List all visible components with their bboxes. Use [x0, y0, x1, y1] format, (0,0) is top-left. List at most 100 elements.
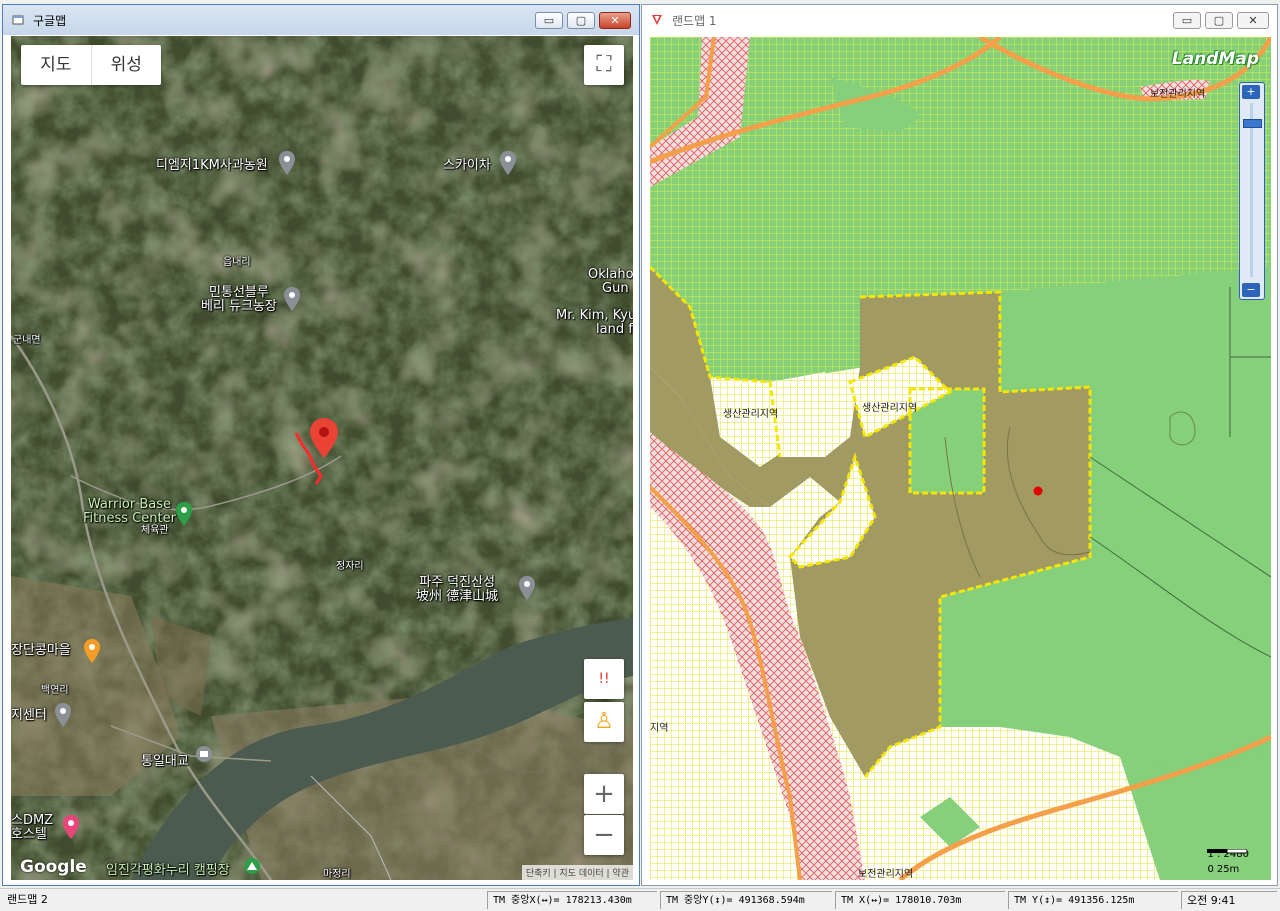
satellite-map[interactable]: 디엠지1KM사과농원 스카이차 읍내리 민통선블루 베리 듀크농장 Oklaho…: [11, 36, 633, 880]
status-clock: 오전 9:41: [1181, 891, 1277, 909]
map-type-map-button[interactable]: 지도: [21, 45, 91, 85]
maximize-icon: ▢: [575, 14, 587, 27]
poi-oklahoma-line-1: Oklaho: [588, 267, 633, 282]
maximize-button[interactable]: ▢: [567, 12, 595, 29]
window-title: 구글맵: [33, 14, 67, 28]
zoom-in-icon: +: [593, 779, 615, 809]
scale-bar-icon: [1207, 849, 1248, 854]
zoom-slider[interactable]: + −: [1239, 82, 1265, 300]
street-view-pegman-button[interactable]: ♙: [584, 702, 624, 742]
restaurant-pin-icon[interactable]: [84, 639, 100, 663]
zoom-out-button[interactable]: −: [584, 815, 624, 855]
place-eupnae: 읍내리: [223, 257, 251, 268]
status-bar: 랜드맵 2 TM 중앙X(↔)= 178213.430m TM 중앙Y(↕)= …: [0, 888, 1280, 911]
poi-warrior-line-1: Warrior Base: [87, 497, 172, 512]
poi-imjingak-camping[interactable]: 임진각평화누리 캠핑장: [106, 864, 230, 878]
poi-dmz-line-1: 스DMZ: [11, 813, 54, 828]
location-pin-icon[interactable]: [279, 151, 295, 175]
landmap-titlebar[interactable]: 랜드맵 1 ▭ ▢ ✕: [642, 5, 1277, 35]
landmap-window: 랜드맵 1 ▭ ▢ ✕ 보전관리지역 생산관리지역 생산관리지역 지역 보전관리…: [641, 4, 1278, 886]
building-pin-icon[interactable]: [55, 703, 71, 727]
zone-label-saengsan-1: 생산관리지역: [723, 409, 779, 420]
poi-oklahoma-line-2: Gun: [602, 281, 629, 296]
poi-berry-farm[interactable]: 민통선블루 베리 듀크농장: [201, 286, 277, 314]
poi-mrkim[interactable]: Mr. Kim, Kyu land fo: [556, 309, 633, 337]
status-tm-center-y: TM 중앙Y(↕)= 491368.594m: [660, 891, 832, 909]
zone-label-bojeon-bottom: 보전관리지역: [858, 869, 914, 880]
satellite-imagery: [11, 36, 633, 880]
poi-warrior-base[interactable]: Warrior Base Fitness Center: [83, 498, 176, 526]
close-button[interactable]: ✕: [599, 12, 631, 29]
landmap-zoning-map[interactable]: 보전관리지역 생산관리지역 생산관리지역 지역 보전관리지역 LandMap +…: [650, 37, 1271, 880]
map-type-control: 지도 위성: [21, 45, 161, 85]
poi-mrkim-line-1: Mr. Kim, Kyu: [556, 308, 633, 323]
google-map-titlebar[interactable]: 구글맵 ▭ ▢ ✕: [3, 5, 639, 35]
poi-orchard[interactable]: 디엠지1KM사과농원: [156, 159, 268, 173]
zoom-in-button[interactable]: +: [1242, 85, 1260, 99]
zoom-out-button[interactable]: −: [1242, 283, 1260, 297]
alert-icon: !!: [598, 671, 610, 687]
poi-tongil-bridge[interactable]: 통일대교: [141, 755, 189, 769]
minimize-button[interactable]: ▭: [535, 12, 563, 29]
poi-skycha[interactable]: 스카이차: [443, 159, 491, 173]
fitness-pin-icon[interactable]: [176, 502, 192, 526]
minimize-button[interactable]: ▭: [1173, 12, 1201, 29]
poi-fortress-line-2: 坡州 德津山城: [416, 589, 499, 604]
place-gunnaemyeon: 군내면: [13, 335, 41, 346]
app-icon: [12, 15, 24, 25]
map-type-satellite-button[interactable]: 위성: [90, 45, 162, 85]
alert-button[interactable]: !!: [584, 659, 624, 699]
selected-parcel-dot: [1033, 486, 1043, 496]
poi-dmz-hostel[interactable]: 스DMZ 호스텔: [11, 814, 53, 842]
google-map-window: 구글맵 ▭ ▢ ✕ 디엠지1KM사과농원 스카이차 읍내리 민통선블루 베리 듀…: [2, 4, 640, 886]
zoom-thumb[interactable]: [1243, 119, 1262, 128]
status-tm-center-x: TM 중앙X(↔)= 178213.430m: [487, 891, 657, 909]
close-button[interactable]: ✕: [1237, 12, 1269, 29]
place-jeongja: 정자리: [336, 561, 364, 572]
poi-berry-farm-line-1: 민통선블루: [209, 285, 269, 300]
camping-icon[interactable]: [244, 858, 260, 874]
poi-deokjin-fortress[interactable]: 파주 덕진산성 坡州 德津山城: [416, 576, 498, 604]
poi-berry-farm-line-2: 베리 듀크농장: [201, 299, 277, 314]
minimize-icon: ▭: [1181, 14, 1193, 27]
poi-dmz-line-2: 호스텔: [11, 827, 47, 842]
status-app-name: 랜드맵 2: [7, 893, 48, 906]
poi-fortress-line-1: 파주 덕진산성: [419, 575, 496, 590]
zoom-out-icon: −: [1246, 283, 1256, 296]
google-logo: Google: [20, 857, 87, 877]
zoom-in-button[interactable]: +: [584, 774, 624, 814]
hotel-pin-icon[interactable]: [63, 815, 79, 839]
bridge-icon[interactable]: [196, 746, 212, 762]
poi-jangdan-village[interactable]: 장단콩마을: [11, 644, 71, 658]
map-attribution[interactable]: 단축키 | 지도 데이터 | 약관: [521, 865, 633, 880]
maximize-icon: ▢: [1213, 14, 1225, 27]
map-scale: 1 : 2480 0 25m: [1207, 849, 1249, 876]
maximize-button[interactable]: ▢: [1205, 12, 1233, 29]
pegman-icon: ♙: [594, 709, 614, 734]
landmap-app-icon: [652, 15, 662, 25]
fullscreen-icon: ⛶: [596, 52, 612, 77]
place-gym: 체육관: [141, 525, 169, 536]
minimize-icon: ▭: [543, 14, 555, 27]
close-icon: ✕: [610, 14, 620, 27]
zone-label-saengsan-2: 생산관리지역: [862, 403, 918, 414]
location-pin-icon[interactable]: [500, 151, 516, 175]
landmap-logo: LandMap: [1171, 49, 1259, 69]
window-title: 랜드맵 1: [672, 14, 717, 28]
poi-oklahoma[interactable]: Oklaho Gun: [588, 268, 633, 296]
close-icon: ✕: [1248, 14, 1258, 27]
zone-label-bojeon-top: 보전관리지역: [1150, 89, 1206, 100]
status-tm-y: TM Y(↕)= 491356.125m: [1008, 891, 1178, 909]
location-pin-icon[interactable]: [519, 576, 535, 600]
place-majeong: 마정리: [323, 869, 351, 880]
selected-location-marker-icon[interactable]: [310, 418, 338, 458]
status-tm-x: TM X(↔)= 178010.703m: [835, 891, 1005, 909]
zoom-in-icon: +: [1246, 85, 1256, 98]
zoning-map-graphics: [650, 37, 1271, 880]
scale-start: 0: [1207, 864, 1214, 875]
zoom-track[interactable]: [1250, 103, 1253, 277]
poi-center[interactable]: 지센터: [11, 709, 47, 723]
zoom-out-icon: −: [593, 820, 615, 850]
fullscreen-button[interactable]: ⛶: [584, 45, 624, 85]
location-pin-icon[interactable]: [284, 287, 300, 311]
